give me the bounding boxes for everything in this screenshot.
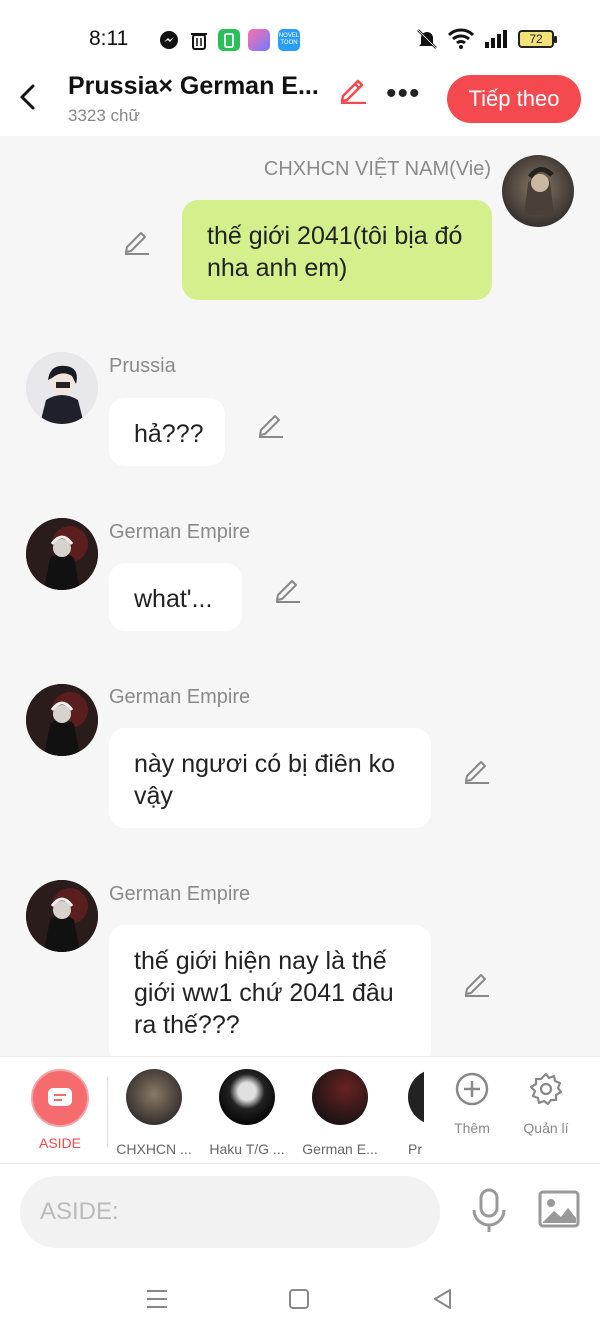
aside-label: ASIDE <box>38 1135 81 1151</box>
edit-message-icon[interactable] <box>274 575 302 603</box>
message-bubble[interactable]: what'... <box>109 563 242 631</box>
status-bar: 8:11 NOVEL TOON 72 <box>0 0 600 64</box>
aside-button[interactable] <box>31 1069 89 1127</box>
character-name: Haku T/G ... <box>209 1141 285 1157</box>
notification-icons: NOVEL TOON <box>158 29 300 51</box>
chat-area[interactable]: CHXHCN VIỆT NAM(Vie) thế giới 2041(tôi b… <box>0 136 600 1056</box>
manage-characters-button[interactable]: Quản lí <box>516 1071 576 1136</box>
menu-icon[interactable] <box>144 1286 170 1312</box>
edit-message-icon[interactable] <box>123 227 151 255</box>
add-character-button[interactable]: Thêm <box>442 1071 502 1136</box>
message-input[interactable] <box>20 1176 440 1248</box>
gear-icon <box>529 1072 563 1106</box>
battery-saver-icon <box>218 29 240 51</box>
avatar[interactable] <box>502 155 574 227</box>
avatar[interactable] <box>26 352 98 424</box>
character-item[interactable]: Haku T/G ... <box>202 1069 292 1157</box>
next-button[interactable]: Tiếp theo <box>447 75 581 123</box>
avatar <box>312 1069 368 1125</box>
wifi-icon <box>448 28 474 49</box>
character-item[interactable]: German E... <box>295 1069 385 1157</box>
avatar[interactable] <box>26 684 98 756</box>
input-bar <box>0 1164 600 1264</box>
message-bubble[interactable]: này ngươi có bị điên ko vậy <box>109 728 431 828</box>
avatar[interactable] <box>26 880 98 952</box>
edit-message-icon[interactable] <box>463 756 491 784</box>
back-nav-icon[interactable] <box>430 1286 456 1312</box>
home-icon[interactable] <box>286 1286 312 1312</box>
app-icon <box>248 29 270 51</box>
message-sender-name: CHXHCN VIỆT NAM(Vie) <box>263 158 491 180</box>
mute-bell-icon <box>417 29 437 49</box>
edit-message-icon[interactable] <box>257 410 285 438</box>
character-name: CHXHCN ... <box>116 1141 192 1157</box>
add-label: Thêm <box>454 1120 490 1136</box>
character-selector: ASIDE CHXHCN ... Haku T/G ... German E..… <box>0 1056 600 1164</box>
avatar[interactable] <box>26 518 98 590</box>
word-count: 3323 chữ <box>68 106 140 125</box>
avatar <box>219 1069 275 1125</box>
more-options-button[interactable]: ••• <box>386 79 421 109</box>
status-time: 8:11 <box>89 27 129 50</box>
header: Prussia× German E... 3323 chữ ••• Tiếp t… <box>0 64 600 136</box>
novel-toon-icon: NOVEL TOON <box>278 29 300 51</box>
message-sender-name: German Empire <box>109 686 251 708</box>
battery-indicator: 72 <box>518 30 557 48</box>
microphone-icon[interactable] <box>470 1188 508 1234</box>
message-sender-name: German Empire <box>109 883 251 905</box>
character-item[interactable]: CHXHCN ... <box>109 1069 199 1157</box>
trash-icon <box>188 29 210 51</box>
divider <box>107 1077 108 1147</box>
message-bubble[interactable]: hả??? <box>109 398 225 466</box>
message-sender-name: German Empire <box>109 521 251 543</box>
character-item[interactable]: Pr <box>388 1069 424 1157</box>
message-bubble[interactable]: thế giới hiện nay là thế giới ww1 chứ 20… <box>109 925 431 1056</box>
messenger-icon <box>158 29 180 51</box>
aside-icon <box>48 1088 72 1106</box>
system-nav-bar <box>0 1264 600 1333</box>
story-title[interactable]: Prussia× German E... <box>68 72 319 101</box>
image-icon[interactable] <box>538 1190 580 1230</box>
character-name: German E... <box>302 1141 378 1157</box>
message-bubble[interactable]: thế giới 2041(tôi bịa đó nha anh em) <box>182 200 492 300</box>
edit-message-icon[interactable] <box>463 969 491 997</box>
character-name: Pr <box>408 1141 422 1157</box>
add-icon <box>455 1072 489 1106</box>
signal-icon <box>485 30 507 48</box>
avatar <box>408 1069 424 1125</box>
message-sender-name: Prussia <box>109 355 176 377</box>
system-status-icons: 72 <box>416 28 557 50</box>
avatar <box>126 1069 182 1125</box>
edit-title-icon[interactable] <box>338 74 368 104</box>
manage-label: Quản lí <box>523 1120 569 1136</box>
back-icon[interactable] <box>16 82 40 112</box>
